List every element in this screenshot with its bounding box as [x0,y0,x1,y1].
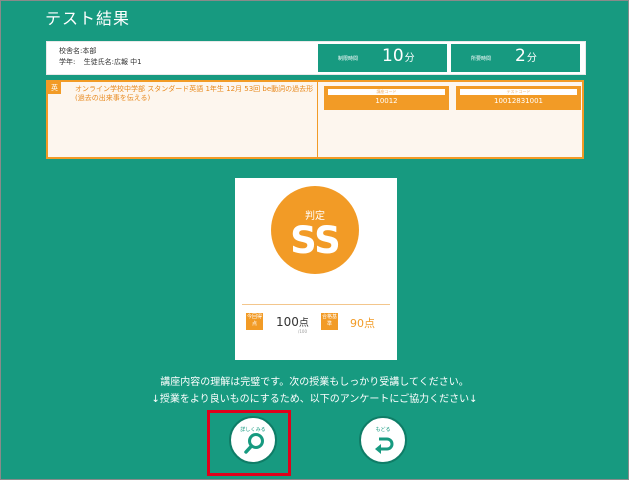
return-arrow-icon [375,437,394,454]
time-used-number: 2 [515,46,526,66]
score-value: 100点 [276,314,309,329]
time-limit-box: 制限時間 10分 [318,44,447,72]
subject-tag: 英 [48,82,61,94]
student-name: 生徒氏名:広報 中1 [83,58,142,66]
details-button-highlight [207,410,291,476]
pass-label: 合格基準 [321,313,338,330]
card-divider [242,304,390,305]
student-line: 学年: 生徒氏名:広報 中1 [59,57,148,68]
test-code-label: テストコード [460,89,577,95]
message-line-1: 講座内容の理解は完璧です。次の授業もしっかり受講してください。 [160,377,469,388]
time-limit-unit: 分 [404,53,415,64]
score-max: /100 [298,329,307,334]
course-code-label: 講座コード [328,89,445,95]
score-unit: 点 [298,318,309,329]
time-used-label: 所要時間 [471,56,492,62]
pass-value: 90点 [350,317,375,330]
course-code-box: 講座コード 10012 [324,86,449,110]
time-limit-number: 10 [382,46,404,66]
course-description: オンライン学校中学部 スタンダード英語 1年生 12月 53回 be動詞の過去形… [75,85,314,102]
back-button[interactable]: もどる [359,416,407,464]
time-limit-value: 10分 [382,46,415,66]
grade-label: 学年: [59,58,76,66]
message-line-2: ↓授業をより良いものにするため、以下のアンケートにご協力ください↓ [151,394,478,405]
time-used-unit: 分 [526,53,537,64]
result-card: 判定 SS 今回得点 100点 /100 合格基準 90点 [235,178,397,360]
time-limit-label: 制限時間 [338,56,359,62]
test-code-box: テストコード 10012831001 [456,86,581,110]
student-info-lines: 校舎名:本部 学年: 生徒氏名:広報 中1 [59,46,148,68]
result-message: 講座内容の理解は完璧です。次の授業もしっかり受講してください。 ↓授業をより良い… [1,374,628,408]
time-used-box: 所要時間 2分 [451,44,580,72]
course-panel: 英 オンライン学校中学部 スタンダード英語 1年生 12月 53回 be動詞の過… [46,80,584,159]
score-label: 今回得点 [246,313,263,330]
course-divider [317,82,318,157]
time-used-value: 2分 [515,46,537,66]
page-title: テスト結果 [45,9,131,28]
test-code-value: 10012831001 [494,97,543,105]
student-info-panel: 校舎名:本部 学年: 生徒氏名:広報 中1 制限時間 10分 所要時間 2分 [46,41,586,75]
score-number: 100 [276,315,299,329]
grade-badge: 判定 SS [271,186,359,274]
course-code-value: 10012 [375,97,398,105]
school-name: 校舎名:本部 [59,47,97,55]
grade-value: SS [290,219,341,262]
